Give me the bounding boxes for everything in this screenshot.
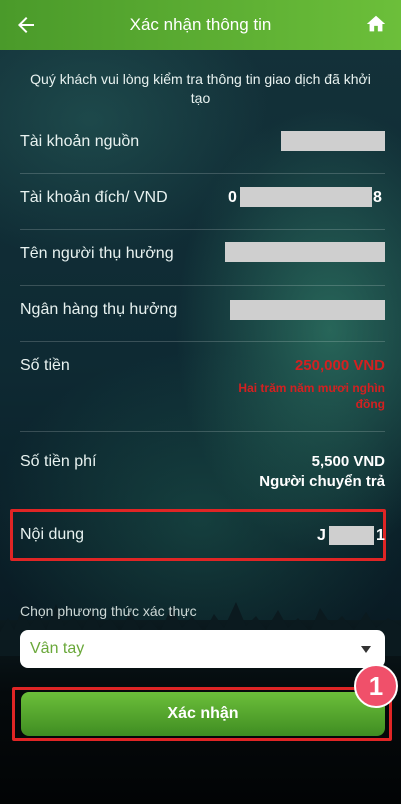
- divider: [20, 173, 385, 174]
- fee-value: 5,500 VND: [311, 453, 385, 470]
- row-content: Nội dung J 1: [20, 522, 385, 552]
- amount-in-words: Hai trăm năm mươi nghìn đồng: [238, 381, 385, 411]
- content-masked: [329, 526, 374, 545]
- fee-payer: Người chuyển trả: [259, 473, 385, 490]
- amount-value: 250,000 VND: [294, 357, 385, 374]
- auth-method-select[interactable]: Vân tay: [20, 630, 385, 668]
- amount-label: Số tiền: [20, 357, 70, 374]
- confirm-button[interactable]: Xác nhận: [21, 692, 385, 736]
- row-beneficiary-name: Tên người thụ hưởng: [20, 240, 385, 290]
- destination-account-suffix: 8: [373, 189, 382, 206]
- divider: [20, 431, 385, 432]
- content-prefix: J: [317, 527, 326, 544]
- row-amount: Số tiền 250,000 VND Hai trăm năm mươi ng…: [20, 352, 385, 432]
- destination-account-label: Tài khoản đích/ VND: [20, 189, 168, 206]
- divider: [20, 285, 385, 286]
- source-account-label: Tài khoản nguồn: [20, 133, 140, 150]
- row-source-account: Tài khoản nguồn: [20, 128, 385, 178]
- source-account-masked: [281, 131, 385, 151]
- divider: [20, 229, 385, 230]
- beneficiary-bank-label: Ngân hàng thụ hưởng: [20, 301, 178, 318]
- top-app-bar: Xác nhận thông tin: [0, 0, 401, 50]
- page-title: Xác nhận thông tin: [129, 15, 272, 34]
- step-badge: 1: [354, 664, 398, 708]
- auth-method-label: Chọn phương thức xác thực: [20, 603, 197, 619]
- row-beneficiary-bank: Ngân hàng thụ hưởng: [20, 296, 385, 346]
- beneficiary-name-masked: [225, 242, 385, 262]
- beneficiary-bank-masked: [230, 300, 385, 320]
- intro-text: Quý khách vui lòng kiểm tra thông tin gi…: [30, 71, 371, 106]
- row-fee: Số tiền phí 5,500 VND Người chuyển trả: [20, 448, 385, 508]
- home-icon[interactable]: [365, 13, 387, 35]
- fee-label: Số tiền phí: [20, 453, 97, 470]
- destination-account-masked: [240, 187, 372, 207]
- dropdown-arrow-icon: [361, 646, 371, 653]
- content-suffix: 1: [376, 527, 385, 544]
- divider: [20, 341, 385, 342]
- auth-method-value: Vân tay: [30, 640, 85, 657]
- destination-account-prefix: 0: [228, 189, 237, 206]
- content-label: Nội dung: [20, 526, 85, 543]
- back-arrow-icon[interactable]: [14, 13, 38, 37]
- beneficiary-name-label: Tên người thụ hưởng: [20, 245, 174, 262]
- row-destination-account: Tài khoản đích/ VND 0 8: [20, 184, 385, 234]
